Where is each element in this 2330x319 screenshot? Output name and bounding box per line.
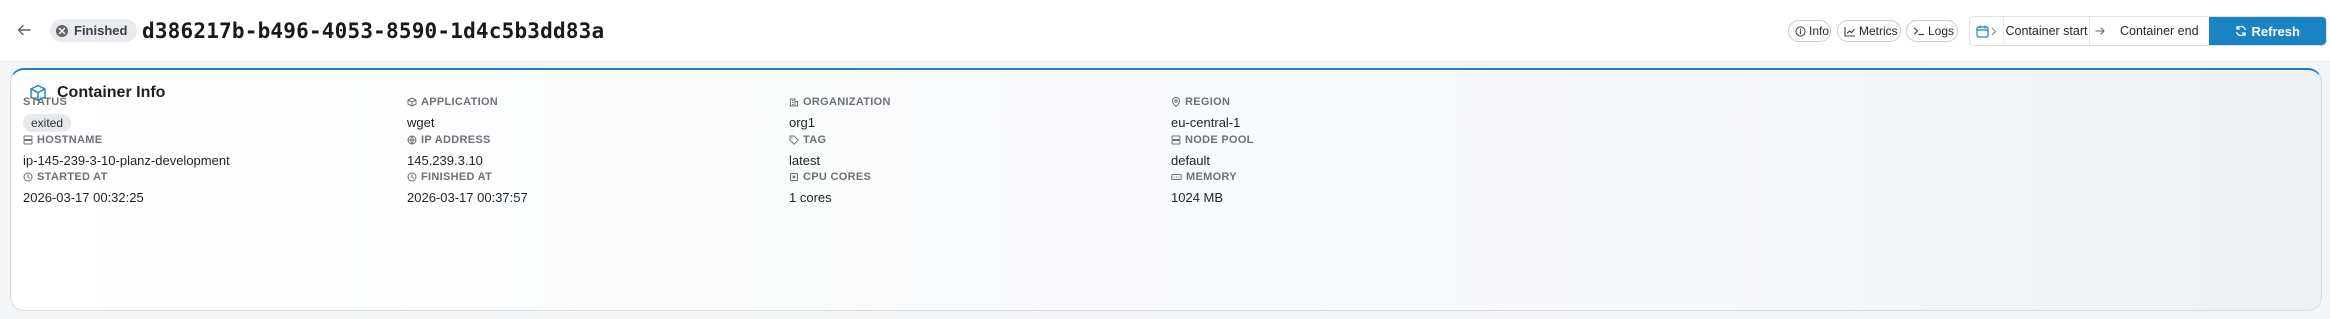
field-tag-label: TAG: [803, 134, 827, 146]
calendar-button[interactable]: [1970, 17, 2004, 45]
server-icon: [1171, 135, 1181, 145]
field-region-label: REGION: [1185, 96, 1231, 108]
field-cpu-cores-label: CPU CORES: [803, 171, 872, 183]
card-title: Container Info: [57, 84, 166, 101]
field-memory: MEMORY 1024 MB: [1171, 170, 1237, 205]
refresh-icon: [2235, 25, 2246, 37]
back-button[interactable]: [12, 18, 36, 42]
field-started-at-value: 2026-03-17 00:32:25: [23, 190, 144, 205]
field-ip-address-value: 145.239.3.10: [407, 153, 483, 168]
info-button-label: Info: [1809, 24, 1830, 38]
chart-icon: [1844, 26, 1855, 37]
field-node-pool: NODE POOL default: [1171, 133, 1254, 168]
field-node-pool-value: default: [1171, 153, 1211, 168]
info-icon: [1795, 25, 1806, 37]
top-bar: Finished d386217b-b496-4053-8590-1d4c5b3…: [0, 0, 2330, 62]
metrics-button-label: Metrics: [1859, 24, 1898, 38]
arrow-right-icon: [2090, 17, 2110, 45]
chevron-right-icon: [1991, 27, 1997, 35]
metrics-button[interactable]: Metrics: [1837, 20, 1901, 42]
refresh-button-label: Refresh: [2251, 23, 2300, 39]
field-organization-value: org1: [789, 115, 816, 130]
arrow-left-icon: [17, 24, 31, 36]
x-circle-icon: [56, 24, 68, 37]
field-ip-address: IP ADDRESS 145.239.3.10: [407, 133, 491, 168]
time-range-picker: Container start Container end Refresh: [1969, 16, 2327, 46]
map-pin-icon: [1171, 97, 1181, 107]
calendar-icon: [1976, 24, 1989, 38]
field-region: REGION eu-central-1: [1171, 95, 1240, 130]
memory-icon: [1171, 174, 1182, 180]
field-finished-at-label: FINISHED AT: [421, 171, 493, 183]
field-application-value: wget: [407, 115, 435, 130]
field-node-pool-label: NODE POOL: [1185, 134, 1254, 146]
field-hostname-label: HOSTNAME: [37, 134, 103, 146]
field-started-at: STARTED AT 2026-03-17 00:32:25: [23, 170, 144, 205]
globe-icon: [407, 135, 417, 145]
range-end-button[interactable]: Container end: [2110, 17, 2209, 45]
field-cpu-cores-value: 1 cores: [789, 190, 832, 205]
field-memory-label: MEMORY: [1186, 171, 1237, 183]
clock-icon: [23, 172, 33, 182]
field-finished-at: FINISHED AT 2026-03-17 00:37:57: [407, 170, 528, 205]
page-title: d386217b-b496-4053-8590-1d4c5b3dd83a: [142, 19, 605, 43]
field-organization: ORGANIZATION org1: [789, 95, 891, 130]
field-status-label: STATUS: [23, 96, 68, 108]
field-application-label: APPLICATION: [421, 96, 499, 108]
field-finished-at-value: 2026-03-17 00:37:57: [407, 190, 528, 205]
range-start-button[interactable]: Container start: [2004, 17, 2090, 45]
field-tag-value: latest: [789, 153, 821, 168]
field-organization-label: ORGANIZATION: [803, 96, 891, 108]
field-status: STATUS exited: [23, 95, 72, 132]
server-icon: [23, 135, 33, 145]
container-info-card: Container Info STATUS exited APPLICATION…: [10, 68, 2322, 311]
package-icon: [407, 97, 417, 107]
logs-button-label: Logs: [1928, 24, 1955, 38]
logs-button[interactable]: Logs: [1906, 20, 1958, 42]
tag-icon: [789, 135, 799, 145]
status-badge: Finished: [50, 19, 138, 42]
info-button[interactable]: Info: [1788, 20, 1831, 42]
field-application: APPLICATION wget: [407, 95, 498, 130]
status-badge-label: Finished: [74, 23, 128, 38]
field-started-at-label: STARTED AT: [37, 171, 108, 183]
field-memory-value: 1024 MB: [1171, 190, 1224, 205]
building-icon: [789, 98, 799, 107]
cpu-icon: [790, 173, 798, 181]
field-tag: TAG latest: [789, 133, 826, 168]
refresh-button[interactable]: Refresh: [2208, 17, 2326, 45]
field-hostname: HOSTNAME ip-145-239-3-10-planz-developme…: [23, 133, 230, 168]
status-value-badge: exited: [23, 114, 72, 132]
field-region-value: eu-central-1: [1171, 115, 1241, 130]
terminal-icon: [1913, 27, 1925, 36]
field-ip-address-label: IP ADDRESS: [421, 134, 491, 146]
field-cpu-cores: CPU CORES 1 cores: [789, 170, 871, 205]
clock-icon: [407, 172, 417, 182]
field-hostname-value: ip-145-239-3-10-planz-development: [23, 153, 230, 168]
